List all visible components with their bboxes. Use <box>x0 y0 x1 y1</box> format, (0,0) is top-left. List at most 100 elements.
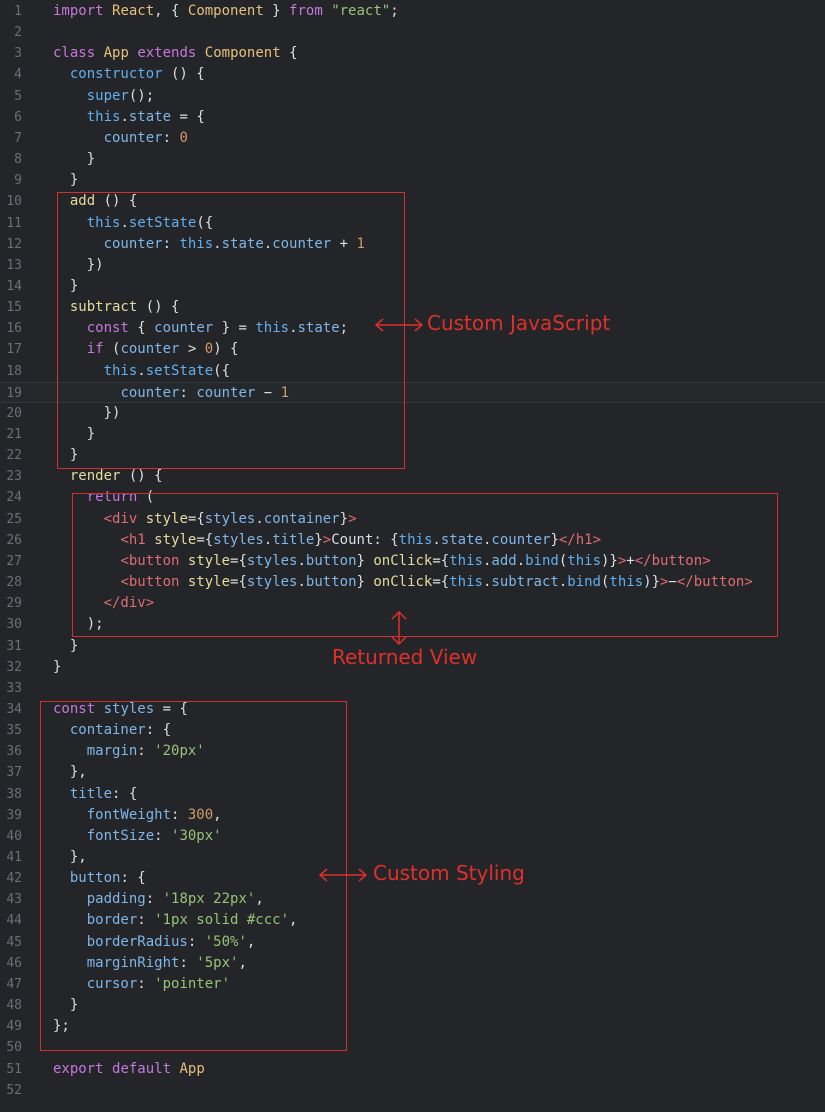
line-number: 52 <box>6 1082 22 1098</box>
line-number: 7 <box>14 130 22 146</box>
code-token: = { <box>171 108 205 125</box>
code-text: export default App <box>53 1059 205 1080</box>
code-line[interactable]: 7 counter: 0 <box>0 128 825 149</box>
line-number: 24 <box>6 490 22 506</box>
line-number: 29 <box>6 596 22 612</box>
line-number: 37 <box>6 765 22 781</box>
line-number: 21 <box>6 427 22 442</box>
double-arrow-horizontal-icon <box>374 318 424 332</box>
code-token: } <box>53 172 79 189</box>
code-line[interactable]: 4 constructor () { <box>0 64 825 85</box>
custom-javascript-label: Custom JavaScript <box>427 311 611 335</box>
code-token: Component <box>187 3 264 19</box>
line-number: 17 <box>6 342 22 358</box>
line-number: 42 <box>6 871 22 887</box>
code-token: , { <box>154 3 188 19</box>
double-arrow-vertical-icon <box>391 610 407 646</box>
code-text: } <box>53 636 78 657</box>
line-number: 25 <box>6 511 22 527</box>
double-arrow-horizontal-icon <box>318 868 368 882</box>
returned-view-box <box>72 493 778 637</box>
code-token: () { <box>162 66 205 83</box>
code-line[interactable]: 33 <box>0 678 825 699</box>
code-line[interactable]: 23 render () { <box>0 466 825 487</box>
custom-styling-box <box>40 701 347 1051</box>
code-line[interactable]: 9 } <box>0 170 825 191</box>
code-line[interactable]: 3 class App extends Component { <box>0 43 825 64</box>
line-number: 49 <box>6 1019 22 1035</box>
code-line[interactable]: 8 } <box>0 149 825 170</box>
code-token: : <box>162 129 180 146</box>
line-number: 43 <box>6 892 22 908</box>
line-number: 1 <box>14 4 22 19</box>
line-number: 38 <box>6 786 22 802</box>
code-text: counter: 0 <box>53 128 188 149</box>
line-number: 46 <box>6 955 22 971</box>
line-number: 16 <box>6 321 22 337</box>
line-number: 2 <box>14 25 22 41</box>
code-token: class <box>53 45 96 62</box>
line-number: 14 <box>6 278 22 294</box>
returned-view-label: Returned View <box>332 645 478 669</box>
line-number: 45 <box>6 934 22 950</box>
code-token: import <box>53 3 104 19</box>
line-number: 35 <box>6 723 22 739</box>
line-number: 13 <box>6 257 22 273</box>
custom-javascript-box <box>57 192 405 469</box>
line-number: 36 <box>6 744 22 760</box>
custom-styling-label: Custom Styling <box>373 861 525 885</box>
line-number: 5 <box>14 88 22 104</box>
code-token: } <box>53 151 96 168</box>
code-token: } <box>263 3 290 19</box>
line-number: 39 <box>6 807 22 823</box>
code-line[interactable]: 5 super(); <box>0 86 825 107</box>
code-line[interactable]: 51 export default App <box>0 1059 825 1080</box>
line-number: 33 <box>6 680 22 696</box>
code-token: } <box>53 658 62 675</box>
line-number: 50 <box>6 1040 22 1056</box>
code-token: this <box>86 108 121 125</box>
code-token: App <box>103 45 129 62</box>
code-token: 0 <box>179 129 188 146</box>
code-text: constructor () { <box>53 64 205 85</box>
line-number: 28 <box>6 575 22 591</box>
line-number: 47 <box>6 976 22 992</box>
code-text: } <box>53 170 78 191</box>
line-number: 26 <box>6 532 22 548</box>
code-token: counter <box>103 129 163 146</box>
code-text: } <box>53 657 61 678</box>
code-token: render <box>69 468 121 485</box>
code-line[interactable]: 1 import React, { Component } from "react… <box>0 1 825 22</box>
line-number: 32 <box>6 659 22 675</box>
code-token: (); <box>128 87 155 104</box>
code-text: class App extends Component { <box>53 43 298 64</box>
code-token: { <box>280 45 298 62</box>
code-line[interactable]: 52 <box>0 1080 825 1101</box>
code-text: this.state = { <box>53 107 205 128</box>
code-line[interactable]: 6 this.state = { <box>0 107 825 128</box>
code-line[interactable]: 2 <box>0 22 825 43</box>
code-token: } <box>53 637 79 654</box>
code-token: state <box>128 108 172 125</box>
line-number: 19 <box>6 385 22 401</box>
code-token: . <box>120 108 129 125</box>
code-text: render () { <box>53 466 163 487</box>
code-token: App <box>179 1060 205 1077</box>
code-token: from <box>289 3 323 19</box>
line-number: 22 <box>6 448 22 464</box>
code-token: ; <box>390 3 399 19</box>
line-number: 34 <box>6 701 22 717</box>
code-text: } <box>53 149 95 170</box>
line-number: 20 <box>6 405 22 421</box>
line-number: 48 <box>6 998 22 1014</box>
line-number: 3 <box>14 46 22 62</box>
code-token: () { <box>120 468 163 485</box>
code-token: default <box>112 1060 172 1077</box>
code-token: "react" <box>331 3 391 19</box>
